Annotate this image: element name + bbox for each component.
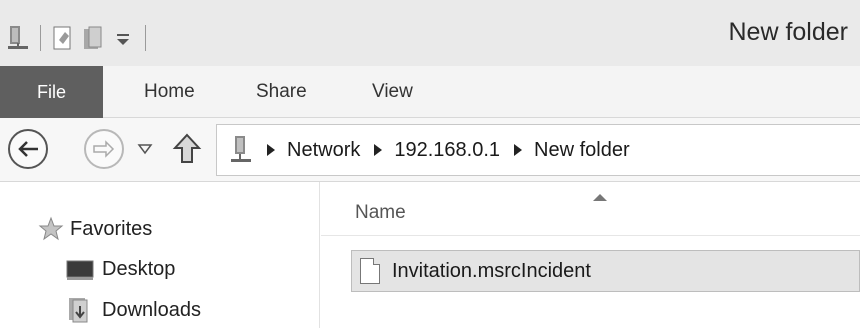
downloads-icon [69, 298, 88, 323]
sort-ascending-icon [593, 194, 607, 201]
nav-item-label: Favorites [70, 217, 153, 240]
breadcrumb-separator[interactable] [514, 144, 523, 156]
desktop-icon [66, 260, 94, 280]
column-header-row: Name [321, 182, 860, 236]
quick-access-toolbar [6, 18, 150, 58]
file-name: Invitation.msrcIncident [392, 259, 591, 282]
network-icon [229, 134, 253, 166]
tab-file[interactable]: File [0, 66, 103, 118]
navigation-pane: Favorites Desktop Downloads [0, 182, 320, 328]
toolbar-separator [40, 25, 41, 51]
breadcrumb-new-folder[interactable]: New folder [534, 139, 630, 162]
tab-home[interactable]: Home [144, 66, 195, 118]
file-item[interactable]: Invitation.msrcIncident [351, 250, 860, 292]
star-icon [38, 216, 64, 241]
arrow-right-icon [93, 140, 115, 158]
arrow-up-icon [172, 133, 202, 163]
file-list: Name Invitation.msrcIncident [321, 182, 860, 328]
up-button[interactable] [172, 132, 202, 166]
tab-share[interactable]: Share [256, 66, 307, 118]
breadcrumb-ip[interactable]: 192.168.0.1 [394, 139, 500, 162]
ribbon-tabs: File Home Share View [0, 66, 860, 118]
nav-item-desktop[interactable]: Desktop [66, 258, 175, 281]
nav-item-label: Desktop [102, 258, 176, 280]
properties-icon[interactable] [51, 24, 75, 52]
tab-view[interactable]: View [372, 66, 413, 118]
back-button[interactable] [8, 129, 48, 169]
new-folder-icon[interactable] [81, 24, 105, 52]
breadcrumb-separator[interactable] [267, 144, 275, 156]
nav-item-label: Downloads [102, 298, 201, 321]
chevron-down-icon [137, 144, 153, 155]
customize-qat-icon[interactable] [111, 24, 135, 52]
address-bar[interactable]: Network 192.168.0.1 New folder [216, 124, 860, 176]
nav-item-downloads[interactable]: Downloads [66, 296, 201, 324]
breadcrumb-separator[interactable] [374, 144, 383, 156]
window-title: New folder [728, 18, 849, 46]
column-header-name[interactable]: Name [355, 202, 406, 224]
nav-item-favorites[interactable]: Favorites [38, 216, 152, 242]
arrow-left-icon [18, 141, 38, 157]
title-bar: New folder [0, 0, 860, 66]
forward-button[interactable] [84, 129, 124, 169]
recent-locations-button[interactable] [136, 140, 154, 158]
network-drive-icon[interactable] [6, 24, 30, 52]
breadcrumb-network[interactable]: Network [287, 139, 360, 162]
navigation-bar: Network 192.168.0.1 New folder [0, 118, 860, 182]
file-icon [360, 258, 380, 284]
toolbar-separator [145, 25, 146, 51]
